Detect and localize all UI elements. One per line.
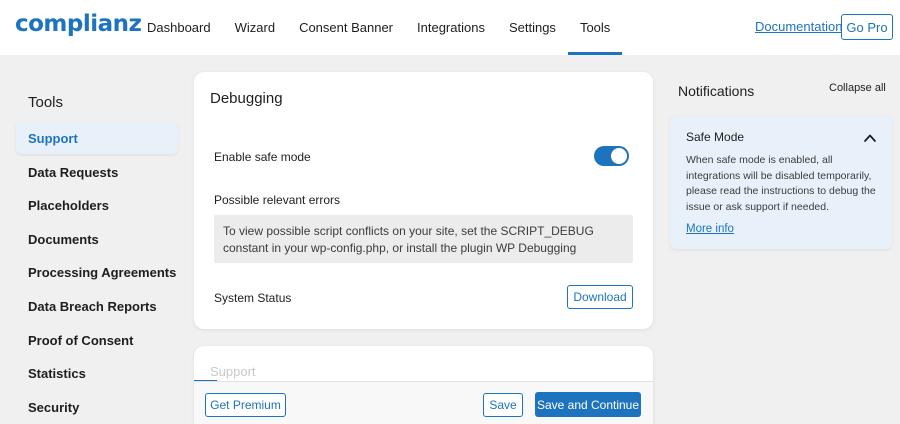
debugging-card: Debugging Enable safe mode Possible rele… [194, 72, 653, 329]
more-info-link[interactable]: More info [686, 223, 734, 235]
notification-text: When safe mode is enabled, all integrati… [686, 154, 876, 213]
collapse-all-link[interactable]: Collapse all [829, 82, 886, 94]
safe-mode-label: Enable safe mode [214, 150, 311, 164]
nav-dashboard[interactable]: Dashboard [135, 0, 223, 55]
support-title: Support [210, 364, 256, 379]
chevron-up-icon[interactable] [863, 131, 877, 145]
safe-mode-toggle[interactable] [594, 146, 629, 166]
system-status-label: System Status [214, 291, 292, 305]
debugging-title: Debugging [210, 90, 283, 107]
sidebar-item-processing-agreements[interactable]: Processing Agreements [16, 256, 178, 288]
sidebar-item-data-breach-reports[interactable]: Data Breach Reports [16, 290, 178, 322]
sidebar-item-documents[interactable]: Documents [16, 223, 178, 255]
sidebar-item-statistics[interactable]: Statistics [16, 357, 178, 389]
get-premium-button[interactable]: Get Premium [205, 393, 286, 417]
sidebar-item-security[interactable]: Security [16, 391, 178, 423]
sidebar-item-data-requests[interactable]: Data Requests [16, 156, 178, 188]
top-bar: complianz Dashboard Wizard Consent Banne… [0, 0, 900, 55]
nav-settings[interactable]: Settings [497, 0, 568, 55]
complianz-logo[interactable]: complianz [15, 11, 142, 37]
save-button[interactable]: Save [483, 393, 523, 417]
toggle-knob [611, 148, 627, 164]
notifications-title: Notifications [678, 83, 755, 99]
save-and-continue-button[interactable]: Save and Continue [535, 392, 641, 417]
sidebar-item-placeholders[interactable]: Placeholders [16, 189, 178, 221]
errors-label: Possible relevant errors [214, 193, 341, 207]
sidebar-title: Tools [28, 94, 64, 111]
nav-wizard[interactable]: Wizard [223, 0, 287, 55]
nav-consent-banner[interactable]: Consent Banner [287, 0, 405, 55]
notification-title: Safe Mode [686, 130, 745, 144]
sidebar-item-proof-of-consent[interactable]: Proof of Consent [16, 324, 178, 356]
errors-message: To view possible script conflicts on you… [214, 215, 633, 263]
main-nav: Dashboard Wizard Consent Banner Integrat… [135, 0, 623, 55]
download-button[interactable]: Download [567, 285, 633, 309]
documentation-link[interactable]: Documentation [755, 19, 842, 34]
sidebar-item-support[interactable]: Support [16, 122, 178, 154]
nav-tools[interactable]: Tools [567, 0, 623, 55]
notification-safe-mode: Safe Mode When safe mode is enabled, all… [670, 116, 892, 249]
go-pro-button[interactable]: Go Pro [841, 14, 893, 40]
footer-bar: Get Premium Save Save and Continue [194, 381, 653, 424]
nav-integrations[interactable]: Integrations [405, 0, 497, 55]
